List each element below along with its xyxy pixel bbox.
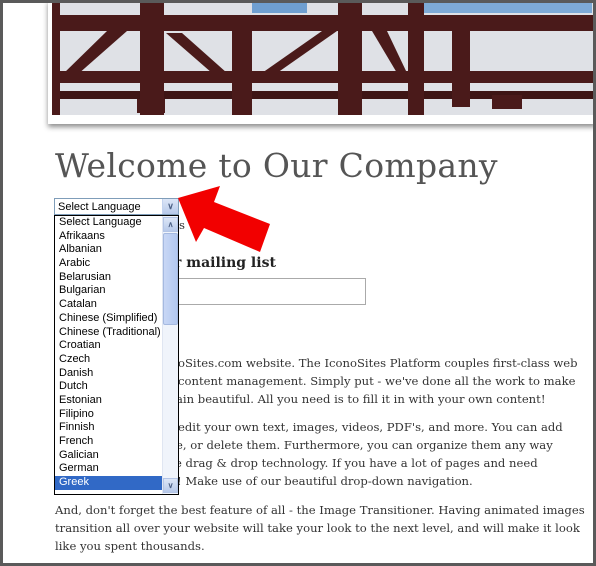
header-image bbox=[48, 0, 596, 124]
language-option[interactable]: Croatian bbox=[55, 339, 162, 353]
body-text-line: content management. Simply put - we've d… bbox=[178, 374, 576, 388]
language-option[interactable]: Filipino bbox=[55, 408, 162, 422]
language-select[interactable]: Select Language ∨ bbox=[54, 198, 179, 215]
language-option[interactable]: Select Language bbox=[55, 216, 162, 230]
body-text-line: oSites.com website. The IconoSites Platf… bbox=[178, 356, 578, 370]
language-option[interactable]: Czech bbox=[55, 353, 162, 367]
language-option[interactable]: Afrikaans bbox=[55, 230, 162, 244]
body-text-line: like you spent thousands. bbox=[55, 539, 205, 553]
language-option[interactable]: Chinese (Traditional) bbox=[55, 326, 162, 340]
body-text-line: And, don't forget the best feature of al… bbox=[55, 503, 585, 517]
language-option[interactable]: Arabic bbox=[55, 257, 162, 271]
language-option[interactable]: Galician bbox=[55, 449, 162, 463]
language-option[interactable]: Belarusian bbox=[55, 271, 162, 285]
language-option[interactable]: Dutch bbox=[55, 380, 162, 394]
timber-frame-facade-image bbox=[52, 3, 596, 117]
body-text-line: ! Make use of our beautiful drop-down na… bbox=[177, 474, 473, 488]
body-text-line: e drag & drop technology. If you have a … bbox=[175, 456, 538, 470]
body-text-line: ain beautiful. All you need is to fill i… bbox=[176, 392, 546, 406]
language-option[interactable]: German bbox=[55, 462, 162, 476]
body-text-line: e, or delete them. Furthermore, you can … bbox=[176, 438, 553, 452]
language-dropdown-list[interactable]: Select Language Afrikaans Albanian Arabic Be… bbox=[54, 215, 179, 495]
language-option[interactable]: Danish bbox=[55, 367, 162, 381]
language-option[interactable]: French bbox=[55, 435, 162, 449]
scroll-down-icon[interactable]: ∨ bbox=[163, 478, 178, 493]
body-text-line: transition all over your website will ta… bbox=[55, 521, 580, 535]
language-option[interactable]: Finnish bbox=[55, 421, 162, 435]
language-option[interactable]: Greek bbox=[55, 476, 162, 490]
language-select-value: Select Language bbox=[58, 201, 141, 213]
body-text-line: edit your own text, images, videos, PDF'… bbox=[178, 420, 563, 434]
language-option[interactable]: Catalan bbox=[55, 298, 162, 312]
language-option[interactable]: Albanian bbox=[55, 243, 162, 257]
mailing-list-email-input[interactable] bbox=[172, 278, 366, 305]
language-option[interactable]: Estonian bbox=[55, 394, 162, 408]
language-option[interactable]: Chinese (Simplified) bbox=[55, 312, 162, 326]
red-arrow-annotation-icon bbox=[178, 186, 270, 252]
language-option[interactable]: Bulgarian bbox=[55, 284, 162, 298]
